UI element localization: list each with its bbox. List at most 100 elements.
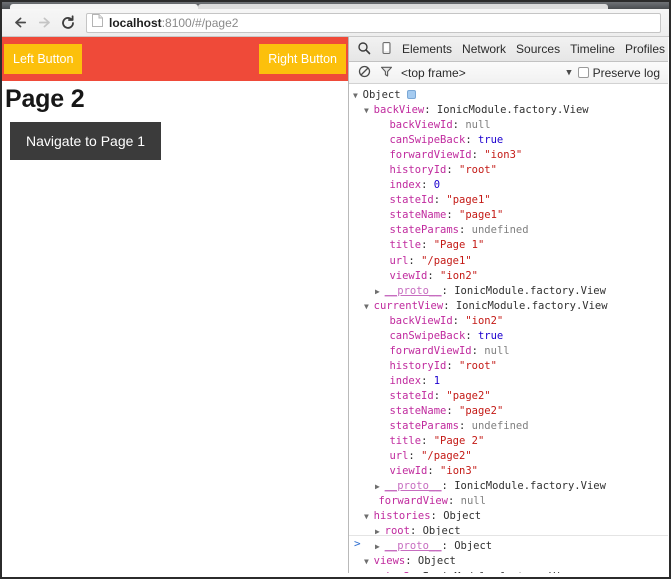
console-log-row[interactable]: index: 0 bbox=[349, 178, 668, 193]
console-token: : bbox=[427, 465, 441, 478]
console-log-row[interactable]: viewId: "ion3" bbox=[349, 464, 668, 479]
console-token: "Page 2" bbox=[433, 435, 485, 448]
tab-profiles[interactable]: Profiles bbox=[620, 37, 668, 61]
console-token: "/page2" bbox=[421, 450, 472, 463]
console-token: "/page1" bbox=[421, 254, 472, 267]
frame-selector[interactable]: <top frame> bbox=[401, 66, 466, 80]
console-log-row[interactable]: forwardViewId: "ion3" bbox=[349, 148, 668, 163]
preserve-log-toggle[interactable]: Preserve log bbox=[577, 66, 660, 80]
console-log-row[interactable]: url: "/page2" bbox=[349, 449, 668, 464]
arrow-left-icon bbox=[13, 15, 28, 30]
address-bar-text: localhost:8100/#/page2 bbox=[109, 16, 238, 30]
console-log-row[interactable]: ▶ __proto__: IonicModule.factory.View bbox=[349, 284, 668, 299]
console-token: "ion3" bbox=[484, 149, 523, 162]
disclosure-closed-icon[interactable]: ▶ bbox=[375, 482, 385, 491]
console-log-row[interactable]: backViewId: null bbox=[349, 118, 668, 133]
console-token: : bbox=[459, 224, 472, 237]
console-token: null bbox=[465, 119, 491, 132]
disclosure-open-icon[interactable]: ▼ bbox=[364, 106, 374, 115]
console-log-row[interactable]: stateId: "page2" bbox=[349, 389, 668, 404]
console-log-row[interactable]: historyId: "root" bbox=[349, 163, 668, 178]
console-token: title bbox=[389, 435, 422, 448]
url-path: :8100/#/page2 bbox=[161, 15, 239, 30]
console-token: url bbox=[389, 450, 409, 463]
console-token: 0 bbox=[433, 179, 441, 192]
content-area: Left Button Right Button Page 2 Navigate… bbox=[2, 37, 669, 577]
console-log-row[interactable]: title: "Page 2" bbox=[349, 434, 668, 449]
devtools-tabbar: Elements Network Sources Timeline Profil… bbox=[349, 37, 668, 62]
toggle-device-mode-button[interactable] bbox=[375, 38, 397, 60]
console-token: : bbox=[405, 555, 418, 568]
left-button[interactable]: Left Button bbox=[4, 44, 83, 74]
console-token: IonicModule.factory.View bbox=[455, 299, 608, 312]
console-log-row[interactable]: url: "/page1" bbox=[349, 254, 668, 269]
console-log-row[interactable]: backViewId: "ion2" bbox=[349, 314, 668, 329]
console-log-row[interactable]: stateName: "page2" bbox=[349, 404, 668, 419]
address-bar[interactable]: localhost:8100/#/page2 bbox=[86, 12, 661, 33]
tab-sources[interactable]: Sources bbox=[511, 37, 565, 61]
console-log-row[interactable]: ▶ __proto__: IonicModule.factory.View bbox=[349, 479, 668, 494]
console-log-row[interactable]: stateParams: undefined bbox=[349, 223, 668, 238]
console-log-row[interactable]: index: 1 bbox=[349, 374, 668, 389]
console-log-row[interactable]: canSwipeBack: true bbox=[349, 329, 668, 344]
console-log-row[interactable]: forwardView: null bbox=[349, 494, 668, 509]
console-log-row[interactable]: viewId: "ion2" bbox=[349, 269, 668, 284]
console-log-row[interactable]: ▼ histories: Object bbox=[349, 509, 668, 524]
console-token: : bbox=[421, 179, 434, 192]
console-token: __proto__ bbox=[384, 480, 442, 493]
console-token: : bbox=[408, 254, 422, 267]
tab-elements[interactable]: Elements bbox=[397, 37, 457, 61]
clear-console-button[interactable] bbox=[353, 62, 375, 84]
navigate-to-page-1-button[interactable]: Navigate to Page 1 bbox=[10, 122, 162, 160]
disclosure-open-icon[interactable]: ▼ bbox=[353, 91, 363, 100]
disclosure-closed-icon[interactable]: ▶ bbox=[375, 287, 385, 296]
back-button[interactable] bbox=[8, 11, 32, 35]
preserve-log-checkbox[interactable] bbox=[577, 67, 589, 78]
console-log-row[interactable]: canSwipeBack: true bbox=[349, 133, 668, 148]
console-log-row[interactable]: forwardViewId: null bbox=[349, 344, 668, 359]
console-token: index bbox=[389, 179, 422, 192]
console-log-row[interactable]: stateName: "page1" bbox=[349, 208, 668, 223]
console-log-row[interactable]: stateId: "page1" bbox=[349, 193, 668, 208]
console-log-row[interactable]: ▼ backView: IonicModule.factory.View bbox=[349, 103, 668, 118]
inspect-element-button[interactable] bbox=[353, 38, 375, 60]
console-prompt-row[interactable]: > bbox=[349, 535, 668, 551]
console-token: IonicModule.factory.View bbox=[454, 284, 606, 297]
console-token: : bbox=[424, 104, 437, 117]
right-button[interactable]: Right Button bbox=[259, 44, 346, 74]
console-token: : bbox=[427, 269, 441, 282]
chevron-down-icon[interactable]: ▼ bbox=[566, 67, 571, 79]
console-token: index bbox=[389, 374, 422, 387]
console-token: __proto__ bbox=[384, 284, 442, 297]
console-input[interactable] bbox=[361, 538, 668, 550]
console-log-row[interactable]: stateParams: undefined bbox=[349, 419, 668, 434]
console-token: true bbox=[477, 134, 504, 147]
console-log-row[interactable]: title: "Page 1" bbox=[349, 238, 668, 253]
page-viewport: Left Button Right Button Page 2 Navigate… bbox=[2, 37, 349, 577]
console-token: : bbox=[421, 435, 434, 448]
tab-timeline[interactable]: Timeline bbox=[565, 37, 620, 61]
console-log-row[interactable]: ▼ Object bbox=[349, 88, 668, 103]
tab-network[interactable]: Network bbox=[457, 37, 511, 61]
console-output[interactable]: ▼ Object ▼ backView: IonicModule.factory… bbox=[349, 85, 668, 577]
console-token: histories bbox=[373, 510, 431, 523]
disclosure-open-icon[interactable]: ▼ bbox=[364, 302, 374, 311]
forward-button[interactable] bbox=[32, 11, 56, 35]
filter-console-button[interactable] bbox=[375, 62, 397, 84]
reload-button[interactable] bbox=[56, 11, 80, 35]
console-token: : bbox=[465, 134, 478, 147]
disclosure-open-icon[interactable]: ▼ bbox=[364, 557, 374, 566]
disclosure-open-icon[interactable]: ▼ bbox=[364, 512, 374, 521]
console-log-row[interactable]: ▼ views: Object bbox=[349, 554, 668, 569]
console-token: stateId bbox=[389, 194, 434, 207]
console-log-row[interactable]: historyId: "root" bbox=[349, 359, 668, 374]
console-token: "page1" bbox=[446, 194, 491, 207]
console-token: Object bbox=[443, 510, 482, 523]
console-token: stateName bbox=[389, 404, 447, 417]
console-log-row[interactable]: ▼ currentView: IonicModule.factory.View bbox=[349, 299, 668, 314]
